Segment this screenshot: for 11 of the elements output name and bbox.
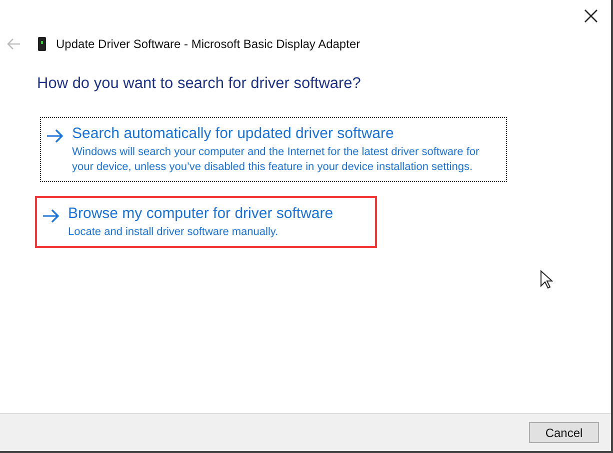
option-link[interactable]: Search automatically for updated driver software Windows will search your computer and the Internet for the latest driver software for your device, unless you’ve disabled this feature in your device installation settings. (40, 117, 507, 182)
arrow-right-icon (42, 209, 60, 224)
option-link[interactable]: Browse my computer for driver software Locate and install driver software manually. (35, 196, 377, 248)
back-arrow-icon (7, 38, 21, 50)
page-heading: How do you want to search for driver software? (37, 74, 362, 94)
cancel-button[interactable]: Cancel (529, 422, 599, 443)
window-title: Update Driver Software - Microsoft Basic Display Adapter (56, 36, 360, 53)
close-icon (584, 9, 598, 23)
arrow-right-icon (46, 129, 64, 144)
display-adapter-icon (38, 37, 46, 51)
mouse-cursor-icon (540, 270, 553, 290)
